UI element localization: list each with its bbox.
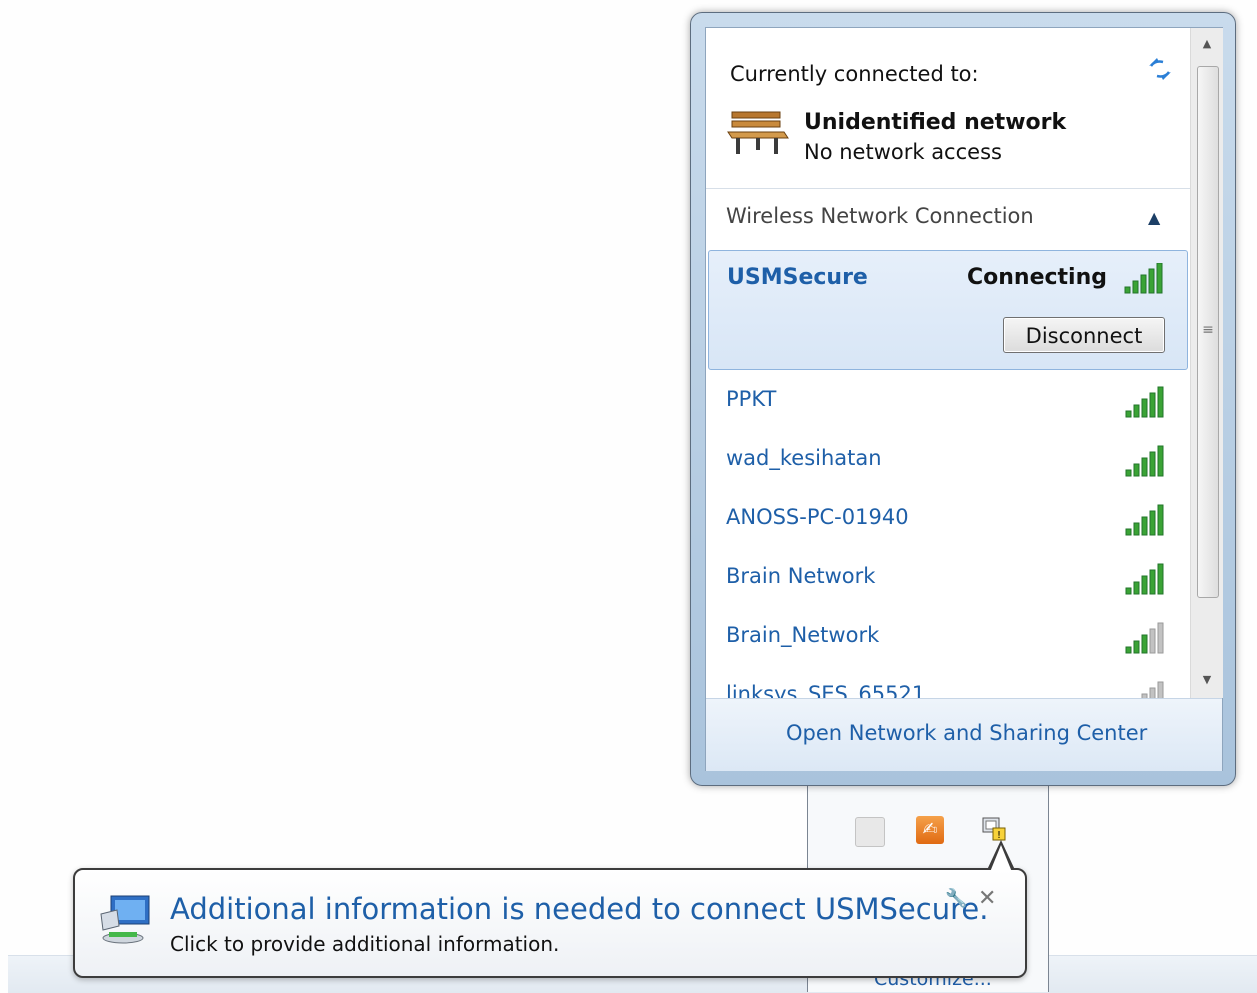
signal-bar: [1149, 628, 1156, 654]
signal-bar: [1157, 681, 1164, 698]
divider: [706, 188, 1190, 189]
signal-bar: [1125, 646, 1132, 654]
disconnect-button[interactable]: Disconnect: [1003, 317, 1165, 353]
signal-bar: [1149, 392, 1156, 418]
signal-strength-icon: [1125, 445, 1164, 477]
signal-bar: [1157, 622, 1164, 654]
signal-bar: [1141, 398, 1148, 418]
scroll-up-arrow-icon[interactable]: ▲: [1191, 28, 1223, 60]
flyout-content: Currently connected to: Unidentified net…: [705, 27, 1223, 771]
signal-bar: [1149, 510, 1156, 536]
network-name: Brain Network: [726, 564, 876, 588]
signal-strength-icon: [1125, 563, 1164, 595]
open-network-sharing-center-link[interactable]: Open Network and Sharing Center: [786, 721, 1147, 745]
signal-bar: [1133, 581, 1140, 595]
network-name: linksys_SES_65521: [726, 682, 926, 698]
signal-bar: [1133, 463, 1140, 477]
signal-bar: [1141, 457, 1148, 477]
network-item[interactable]: wad_kesihatan: [706, 432, 1190, 490]
flyout-footer: Open Network and Sharing Center: [706, 698, 1222, 771]
scrollbar-thumb[interactable]: ≡: [1197, 66, 1219, 598]
signal-bar: [1149, 687, 1156, 698]
network-item[interactable]: linksys_SES_65521: [706, 668, 1190, 698]
current-network-name: Unidentified network: [804, 110, 1067, 135]
signal-bar: [1157, 563, 1164, 595]
signal-bar: [1125, 528, 1132, 536]
signal-strength-icon: [1125, 622, 1164, 654]
signal-strength-icon: [1124, 263, 1163, 294]
signal-bar: [1140, 274, 1147, 294]
signal-bar: [1141, 634, 1148, 654]
signal-bar: [1149, 569, 1156, 595]
network-item[interactable]: Brain Network: [706, 550, 1190, 608]
network-list: Currently connected to: Unidentified net…: [706, 28, 1190, 698]
wrench-icon[interactable]: 🔧: [945, 888, 967, 909]
signal-bar: [1157, 504, 1164, 536]
current-network-status: No network access: [804, 140, 1002, 164]
signal-bar: [1133, 640, 1140, 654]
network-item[interactable]: PPKT: [706, 373, 1190, 431]
connection-state: Connecting: [966, 265, 1107, 290]
chevron-up-icon[interactable]: ▲: [1148, 208, 1160, 227]
network-item[interactable]: ANOSS-PC-01940: [706, 491, 1190, 549]
signal-strength-icon: [1125, 504, 1164, 536]
network-warning-tray-icon[interactable]: !: [980, 814, 1008, 842]
signal-bar: [1157, 386, 1164, 418]
vertical-scrollbar[interactable]: ▲ ≡ ▼: [1190, 28, 1223, 698]
close-icon[interactable]: ✕: [978, 886, 996, 911]
signal-bar: [1141, 516, 1148, 536]
pen-tray-icon[interactable]: ✍: [916, 816, 944, 844]
signal-bar: [1157, 445, 1164, 477]
signal-bar: [1133, 522, 1140, 536]
signal-strength-icon: [1141, 681, 1164, 698]
signal-strength-icon: [1125, 386, 1164, 418]
signal-bar: [1125, 469, 1132, 477]
currently-connected-label: Currently connected to:: [730, 62, 979, 86]
balloon-message: Click to provide additional information.: [170, 932, 560, 956]
signal-bar: [1124, 286, 1131, 294]
signal-bar: [1156, 263, 1163, 294]
network-flyout: Currently connected to: Unidentified net…: [690, 12, 1236, 786]
network-name: PPKT: [726, 387, 777, 411]
network-item[interactable]: Brain_Network: [706, 609, 1190, 667]
network-name: wad_kesihatan: [726, 446, 882, 470]
generic-tray-icon[interactable]: [855, 817, 885, 847]
signal-bar: [1149, 451, 1156, 477]
network-name: Brain_Network: [726, 623, 880, 647]
refresh-icon[interactable]: [1145, 54, 1175, 84]
wireless-computer-icon: [100, 895, 150, 944]
signal-bar: [1133, 404, 1140, 418]
signal-bar: [1125, 587, 1132, 595]
signal-bar: [1125, 410, 1132, 418]
network-item-selected[interactable]: USMSecure Connecting Disconnect: [708, 250, 1188, 370]
network-name: ANOSS-PC-01940: [726, 505, 909, 529]
signal-bar: [1148, 268, 1155, 294]
notification-balloon[interactable]: Additional information is needed to conn…: [73, 840, 1027, 978]
park-bench-icon: [727, 111, 789, 154]
grip-icon: ≡: [1202, 322, 1214, 338]
balloon-title: Additional information is needed to conn…: [170, 892, 989, 926]
network-name: USMSecure: [727, 265, 868, 290]
signal-bar: [1141, 575, 1148, 595]
scroll-down-arrow-icon[interactable]: ▼: [1191, 664, 1223, 696]
balloon-tail-fill: [990, 845, 1012, 872]
section-label-wireless: Wireless Network Connection: [726, 204, 1034, 228]
signal-bar: [1132, 280, 1139, 294]
